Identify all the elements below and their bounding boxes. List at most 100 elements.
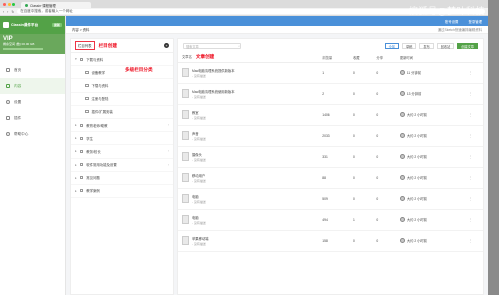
- category-item[interactable]: ▸ 常见问题: [71, 172, 173, 185]
- update-badge[interactable]: 更新: [51, 23, 62, 27]
- article-title[interactable]: 摄像头: [192, 152, 206, 157]
- column-header-views[interactable]: 浏览量: [318, 53, 349, 63]
- browser-tab[interactable]: Classin·课程管理: [21, 2, 91, 8]
- category-label: 下载与资料: [86, 57, 104, 62]
- cell-title: Mac电脑清理系统提供新版本 - 没有描述: [178, 62, 319, 84]
- sidebar-item-help[interactable]: 帮助中心: [0, 126, 65, 142]
- more-actions-icon[interactable]: ⋮: [469, 92, 472, 96]
- table-row[interactable]: 电脑 - 没有描述 494 1 0 大约 2 小时前 ⋮: [178, 209, 483, 231]
- maximize-window-button[interactable]: [12, 2, 15, 6]
- category-item[interactable]: 设备教学 多级栏目分类: [71, 66, 173, 80]
- avatar: [399, 133, 405, 138]
- category-item[interactable]: 下载与资料: [71, 79, 173, 93]
- address-text: 在百度中搜索，或者输入一个网址: [20, 9, 73, 13]
- category-item[interactable]: ▸ 学生: [71, 132, 173, 146]
- breadcrumb-path[interactable]: 内容 > 资料: [72, 27, 89, 32]
- article-desc: - 没有描述: [192, 178, 206, 183]
- category-item[interactable]: ▸ 软件常用功能及设置 ›: [71, 159, 173, 172]
- cell-actions: ⋮: [464, 230, 483, 252]
- add-category-icon[interactable]: +: [164, 43, 169, 48]
- folder-icon: [79, 163, 84, 167]
- article-title[interactable]: 电脑: [192, 194, 206, 199]
- column-header-title[interactable]: 文章名 文章创建: [178, 53, 319, 63]
- column-header-updated[interactable]: 更新时间: [395, 53, 465, 63]
- cell-shares: 0: [372, 83, 396, 105]
- table-row[interactable]: 摄像头 - 没有描述 331 0 0 大约 2 小时前 ⋮: [178, 146, 483, 168]
- window-controls: [3, 2, 15, 6]
- article-desc: - 没有描述: [192, 241, 206, 246]
- cell-shares: 0: [372, 104, 396, 126]
- forward-icon[interactable]: ›: [7, 10, 8, 14]
- filter-published[interactable]: 发布: [419, 43, 434, 49]
- column-header-favorites[interactable]: 收藏: [349, 53, 373, 63]
- folder-icon: [6, 84, 10, 88]
- minimize-window-button[interactable]: [7, 2, 11, 6]
- cell-title: 摄像头 - 没有描述: [178, 146, 319, 168]
- category-item[interactable]: ▸ 教育老师/助教 ›: [71, 119, 173, 133]
- article-desc: - 没有描述: [192, 220, 206, 225]
- table-row[interactable]: 教室 - 没有描述 1406 0 0 大约 2 小时前 ⋮: [178, 104, 483, 126]
- more-actions-icon[interactable]: ⋮: [469, 239, 472, 243]
- column-header-shares[interactable]: 分享: [372, 53, 396, 63]
- article-title[interactable]: 电脑: [192, 215, 206, 220]
- account-settings-link[interactable]: 账号设置: [445, 19, 459, 24]
- article-title[interactable]: 移动用户: [192, 173, 206, 178]
- article-title[interactable]: 苹果移动端: [192, 236, 208, 241]
- category-toolbar: 栏目列表 栏目创建 +: [71, 39, 173, 53]
- annotation-multilevel: 多级栏目分类: [125, 67, 153, 73]
- more-actions-icon[interactable]: ⋮: [469, 134, 472, 138]
- more-actions-icon[interactable]: ⋮: [469, 197, 472, 201]
- gear-icon: [6, 100, 10, 104]
- close-window-button[interactable]: [3, 2, 6, 6]
- more-actions-icon[interactable]: ⋮: [469, 218, 472, 222]
- category-item[interactable]: ▸ 教务/校长 ›: [71, 145, 173, 159]
- table-row[interactable]: 苹果移动端 - 没有描述 158 0 0 大约 2 小时前 ⋮: [178, 230, 483, 252]
- search-icon[interactable]: ⌕: [238, 44, 240, 48]
- category-item[interactable]: 注册与登陆: [71, 93, 173, 106]
- article-desc: - 没有描述: [192, 94, 206, 99]
- category-item[interactable]: 插件/扩展安装: [71, 106, 173, 119]
- brand-header: Classin课件平台 更新: [0, 16, 65, 34]
- cell-updated: 大约 2 小时前: [395, 230, 465, 252]
- document-thumbnail-icon: [182, 215, 189, 224]
- avatar: [399, 154, 405, 159]
- category-list-button[interactable]: 栏目列表: [75, 41, 95, 50]
- article-title[interactable]: Mac电脑清理系统提供新版本: [192, 68, 235, 73]
- sidebar-item-content[interactable]: 内容: [0, 78, 65, 94]
- more-actions-icon[interactable]: ⋮: [469, 113, 472, 117]
- annotation-article-create: 文章创建: [195, 54, 215, 60]
- avatar: [399, 238, 405, 243]
- filter-draft[interactable]: 草稿: [401, 43, 417, 49]
- article-title[interactable]: 声音: [192, 131, 206, 136]
- sidebar-item-label: 插件: [14, 115, 22, 120]
- table-row[interactable]: Mac电脑清理系统提供新版本 - 没有描述 1 0 0 11 分钟前 ⋮: [178, 62, 483, 84]
- create-article-button[interactable]: 创建文章: [457, 43, 478, 49]
- sidebar-item-settings[interactable]: 设置: [0, 94, 65, 110]
- sidebar-item-home[interactable]: 首页: [0, 62, 65, 78]
- expand-icon[interactable]: ›: [168, 149, 169, 153]
- table-row[interactable]: Mac电脑清理系统使用新版本 - 没有描述 2 0 0 13 分钟前 ⋮: [178, 83, 483, 105]
- folder-icon: [79, 176, 84, 180]
- cell-views: 1: [318, 62, 349, 84]
- filter-trash[interactable]: 回收站: [436, 43, 455, 49]
- reload-icon[interactable]: ↻: [11, 10, 14, 14]
- more-actions-icon[interactable]: ⋮: [469, 176, 472, 180]
- expand-icon[interactable]: ›: [168, 123, 169, 127]
- folder-icon: [85, 83, 89, 87]
- table-row[interactable]: 移动用户 - 没有描述 88 0 0 大约 2 小时前 ⋮: [178, 167, 483, 189]
- expand-icon[interactable]: ›: [168, 163, 169, 167]
- table-row[interactable]: 电脑 - 没有描述 509 0 0 大约 2 小时前 ⋮: [178, 188, 483, 210]
- search-input[interactable]: 搜索文章 ⌕: [183, 43, 241, 49]
- more-actions-icon[interactable]: ⋮: [469, 71, 472, 75]
- category-item[interactable]: ▾ 下载与资料: [71, 53, 173, 67]
- login-manage-link[interactable]: 登录管理: [468, 19, 482, 24]
- brand-name: Classin课件平台: [11, 22, 39, 27]
- sidebar-item-plugins[interactable]: 插件: [0, 110, 65, 126]
- more-actions-icon[interactable]: ⋮: [469, 155, 472, 159]
- table-row[interactable]: 声音 - 没有描述 2033 0 0 大约 2 小时前 ⋮: [178, 125, 483, 147]
- category-item[interactable]: ▸ 教学案例: [71, 185, 173, 199]
- article-title[interactable]: Mac电脑清理系统使用新版本: [192, 89, 235, 94]
- back-icon[interactable]: ‹: [3, 10, 4, 14]
- article-title[interactable]: 教室: [192, 110, 206, 115]
- filter-all[interactable]: 全部: [384, 43, 399, 49]
